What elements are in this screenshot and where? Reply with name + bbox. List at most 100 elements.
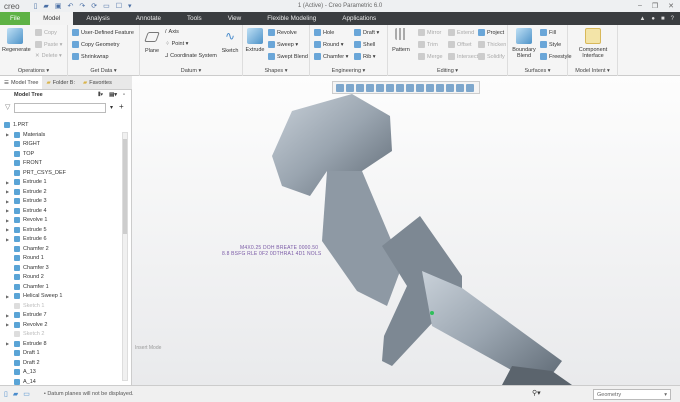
fill-button[interactable]: Fill — [540, 29, 556, 36]
tree-item[interactable]: Draft 2 — [6, 359, 40, 366]
shell-button[interactable]: Shell — [354, 41, 375, 48]
browser-toggle-icon[interactable]: ▭ — [23, 390, 30, 398]
show-icon[interactable]: ▤▾ — [109, 92, 117, 99]
copy-geometry-button[interactable]: Copy Geometry — [72, 41, 120, 48]
axis-button[interactable]: / Axis — [165, 29, 179, 35]
filter-icon[interactable]: ▽ — [5, 103, 10, 111]
model-intent-group-label[interactable]: Model Intent ▾ — [568, 68, 617, 74]
tree-item[interactable]: ▶ Extrude 5 — [6, 226, 47, 233]
sketch-button[interactable]: ∿ Sketch — [220, 29, 240, 54]
expand-icon[interactable]: ▶ — [6, 322, 11, 327]
hole-button[interactable]: Hole — [314, 29, 334, 36]
tab-applications[interactable]: Applications — [329, 12, 389, 25]
annotation-display-icon[interactable] — [436, 83, 444, 92]
engineering-group-label[interactable]: Engineering ▾ — [310, 68, 387, 74]
model-icon[interactable]: ▰ — [13, 390, 18, 398]
editing-group-label[interactable]: Editing ▾ — [388, 68, 507, 74]
surfaces-group-label[interactable]: Surfaces ▾ — [508, 68, 567, 74]
tree-item[interactable]: ▶ Helical Sweep 1 — [6, 293, 62, 299]
tree-item[interactable]: ▶ Extrude 7 — [6, 312, 47, 318]
datum-display-icon[interactable] — [426, 83, 434, 92]
project-button[interactable]: Project — [478, 29, 504, 36]
display-style-icon[interactable] — [386, 83, 394, 92]
solidify-button[interactable]: Solidify — [478, 53, 505, 60]
operations-group-label[interactable]: Operations ▾ — [0, 68, 67, 74]
style-button[interactable]: Style — [540, 41, 561, 48]
tab-file[interactable]: File — [0, 12, 31, 25]
help-icon[interactable]: ? — [671, 16, 674, 22]
datum-group-label[interactable]: Datum ▾ — [140, 68, 242, 74]
rib-button[interactable]: Rib ▾ — [354, 53, 376, 60]
tree-item[interactable]: 1.PRT — [4, 122, 29, 128]
repaint-icon[interactable] — [366, 83, 374, 92]
tree-item[interactable]: ▶ Revolve 2 — [6, 321, 47, 328]
tree-item[interactable]: ▶ Extrude 1 — [6, 179, 47, 185]
tab-annotate[interactable]: Annotate — [123, 12, 174, 25]
expand-icon[interactable]: ▶ — [6, 199, 11, 204]
zoom-out-icon[interactable] — [356, 83, 364, 92]
expand-icon[interactable]: ▶ — [6, 132, 11, 137]
boundary-blend-button[interactable]: Boundary Blend — [510, 28, 538, 59]
tree-item[interactable]: ▶ Extrude 2 — [6, 188, 47, 195]
tree-item[interactable]: TOP — [6, 150, 34, 157]
tree-item[interactable]: Chamfer 3 — [6, 264, 49, 271]
tree-item[interactable]: Draft 1 — [6, 350, 40, 356]
user-defined-feature-button[interactable]: User-Defined Feature — [72, 29, 134, 36]
tree-item[interactable]: Round 2 — [6, 274, 44, 280]
swept-blend-button[interactable]: Swept Blend — [268, 53, 308, 60]
tree-item[interactable]: Sketch 2 — [6, 331, 44, 337]
intersect-button[interactable]: Intersect — [448, 53, 478, 60]
annotation-text[interactable]: M4X0.25 DOH BREATE 0000.50 8.8 BSFG RLE 0… — [222, 245, 321, 257]
expand-icon[interactable]: ▶ — [6, 208, 11, 213]
expand-icon[interactable]: ▶ — [6, 294, 11, 299]
tab-view[interactable]: View — [215, 12, 255, 25]
component-interface-button[interactable]: Component Interface — [570, 28, 616, 59]
pattern-button[interactable]: Pattern — [390, 28, 412, 53]
perspective-icon[interactable] — [376, 83, 384, 92]
find-icon[interactable]: ⚲▾ — [532, 389, 541, 397]
tab-folder-browser[interactable]: ▰ Folder B: — [42, 76, 79, 89]
expand-icon[interactable]: ▶ — [6, 218, 11, 223]
tree-item[interactable]: PRT_CSYS_DEF — [6, 169, 66, 176]
tree-item[interactable]: ▶ Revolve 1 — [6, 217, 47, 223]
graphics-area[interactable] — [132, 76, 680, 385]
tree-item[interactable]: ▶ Extrude 4 — [6, 207, 47, 214]
freestyle-button[interactable]: Freestyle — [540, 53, 572, 60]
plane-button[interactable]: Plane — [142, 29, 162, 54]
close-icon[interactable]: ✕ — [668, 2, 674, 10]
expand-icon[interactable]: ▶ — [6, 237, 11, 242]
get-data-group-label[interactable]: Get Data ▾ — [68, 68, 139, 74]
collapse-ribbon-icon[interactable]: ▲ — [639, 16, 645, 22]
offset-button[interactable]: Offset — [448, 41, 472, 48]
trim-button[interactable]: Trim — [418, 41, 438, 48]
tree-item[interactable]: FRONT — [6, 160, 42, 166]
tree-item[interactable]: Chamfer 2 — [6, 245, 49, 252]
tree-item[interactable]: A_13 — [6, 369, 36, 375]
tab-favorites[interactable]: ▰ Favorites — [79, 76, 116, 89]
tree-item[interactable]: ▶ Extrude 8 — [6, 340, 47, 347]
expand-icon[interactable]: ▶ — [6, 180, 11, 185]
settings-icon[interactable]: ■ — [661, 16, 665, 22]
expand-icon[interactable]: ▶ — [6, 341, 11, 346]
tree-item[interactable]: Round 1 — [6, 255, 44, 261]
expand-icon[interactable]: ▶ — [6, 227, 11, 232]
tree-search-input[interactable] — [14, 103, 106, 113]
tree-scrollbar-thumb[interactable] — [123, 139, 127, 234]
refit-icon[interactable] — [336, 83, 344, 92]
tree-item[interactable]: A_14 — [6, 378, 36, 385]
restore-icon[interactable]: ❐ — [652, 2, 658, 10]
round-button[interactable]: Round ▾ — [314, 41, 344, 48]
tree-item[interactable]: Chamfer 1 — [6, 283, 49, 290]
paste-button[interactable]: Paste ▾ — [35, 41, 62, 48]
notification-icon[interactable]: ● — [651, 16, 655, 22]
expand-icon[interactable]: ▶ — [6, 189, 11, 194]
merge-button[interactable]: Merge — [418, 53, 443, 60]
revolve-button[interactable]: Revolve — [268, 29, 297, 36]
tree-item[interactable]: ▶ Extrude 6 — [6, 236, 47, 242]
saved-orientations-icon[interactable] — [396, 83, 404, 92]
section-icon[interactable] — [416, 83, 424, 92]
point-button[interactable]: ⁘ Point ▾ — [165, 41, 188, 47]
tree-item[interactable]: Sketch 1 — [6, 302, 44, 309]
extend-button[interactable]: Extend — [448, 29, 474, 36]
delete-button[interactable]: ✕ Delete ▾ — [35, 53, 62, 59]
